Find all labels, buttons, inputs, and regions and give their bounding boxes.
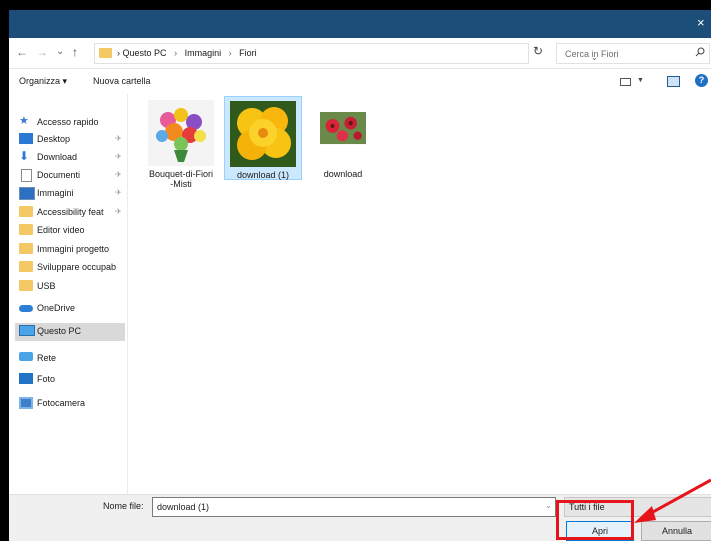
sidebar-item-desktop[interactable]: Desktop ✈: [15, 131, 125, 149]
sidebar-item-editor-video[interactable]: Editor video: [15, 222, 125, 240]
red-flowers-thumbnail: [320, 112, 366, 145]
filename-label: Nome file:: [103, 501, 144, 511]
pictures-icon: [19, 187, 35, 200]
sidebar-item-accessibility[interactable]: Accessibility feat ✈: [15, 204, 125, 222]
folder-icon: [19, 224, 33, 235]
download-icon: ⬇: [19, 149, 30, 163]
computer-icon: [19, 325, 35, 336]
sidebar-item-label: Accessibility feat: [37, 207, 104, 217]
camera-icon: [19, 397, 33, 409]
address-bar[interactable]: › Questo PC › Immagini › Fiori ⌄: [94, 43, 598, 64]
organize-button[interactable]: Organizza ▾: [19, 76, 67, 87]
command-bar: Organizza ▾ Nuova cartella ▼ ?: [9, 70, 711, 92]
red-arrow-annotation: [634, 478, 711, 523]
address-row: ← → ⌄ ↑ › Questo PC › Immagini › Fiori ⌄…: [9, 38, 711, 69]
sidebar-item-download[interactable]: ⬇ Download ✈: [15, 149, 125, 167]
network-icon: [19, 352, 33, 361]
sidebar-item-usb[interactable]: USB: [15, 278, 125, 296]
file-item-download[interactable]: download: [305, 96, 381, 179]
new-folder-button[interactable]: Nuova cartella: [93, 76, 151, 86]
sidebar-item-questo-pc[interactable]: Questo PC: [15, 323, 125, 341]
breadcrumb: › Questo PC › Immagini › Fiori: [117, 48, 257, 58]
breadcrumb-fiori[interactable]: Fiori: [239, 48, 257, 58]
history-dropdown-icon[interactable]: ⌄: [56, 46, 64, 58]
file-list: Bouquet-di-Fiori -Misti download (1) dow…: [129, 94, 709, 494]
sidebar-item-foto[interactable]: Foto: [15, 371, 125, 389]
filename-input[interactable]: download (1) ⌄: [152, 497, 556, 517]
folder-icon: [19, 243, 33, 254]
title-bar: ×: [9, 10, 711, 38]
open-file-dialog: × ← → ⌄ ↑ › Questo PC › Immagini › Fiori…: [9, 10, 711, 541]
sidebar-item-label: Questo PC: [37, 326, 82, 336]
forward-arrow-icon[interactable]: →: [36, 46, 48, 58]
sidebar-item-documenti[interactable]: Documenti ✈: [15, 167, 125, 185]
cloud-icon: [19, 305, 33, 312]
pin-icon: ✈: [115, 188, 122, 197]
photos-icon: [19, 373, 33, 384]
sidebar-item-label: Editor video: [37, 225, 85, 235]
breadcrumb-separator: ›: [228, 48, 232, 58]
pin-icon: ✈: [115, 152, 122, 161]
folder-icon: [19, 261, 33, 272]
sidebar-item-immagini-progetto[interactable]: Immagini progetto: [15, 241, 125, 259]
filename-value: download (1): [157, 502, 210, 512]
breadcrumb-separator: ›: [174, 48, 178, 58]
refresh-icon[interactable]: ↻: [533, 44, 543, 58]
folder-icon: [99, 48, 112, 58]
sidebar-item-label: Desktop: [37, 134, 71, 144]
search-input[interactable]: Cerca in Fiori: [556, 43, 710, 64]
sidebar-item-rete[interactable]: Rete: [15, 350, 125, 368]
pin-icon: ✈: [115, 207, 122, 216]
sidebar-item-label: USB: [37, 281, 56, 291]
yellow-flower-thumbnail: [230, 101, 296, 167]
sidebar-item-label: Download: [37, 152, 78, 162]
sidebar-item-label: Immagini: [37, 188, 74, 198]
highlight-box: [556, 500, 634, 540]
document-icon: [21, 169, 32, 182]
sidebar-item-label: Rete: [37, 353, 57, 363]
file-name: download (1): [236, 170, 290, 180]
sidebar-item-label: OneDrive: [37, 303, 76, 313]
search-icon[interactable]: [695, 47, 705, 60]
back-arrow-icon[interactable]: ←: [16, 46, 28, 58]
close-icon[interactable]: ×: [697, 16, 711, 29]
view-dropdown-icon[interactable]: ▼: [637, 77, 644, 84]
sidebar-item-label: Accesso rapido: [37, 117, 99, 127]
breadcrumb-immagini[interactable]: Immagini: [185, 48, 222, 58]
sidebar-item-immagini[interactable]: Immagini ✈: [15, 185, 125, 203]
sidebar-item-label: Fotocamera: [37, 398, 86, 408]
sidebar-item-sviluppare[interactable]: Sviluppare occupab: [15, 259, 125, 277]
view-options-icon[interactable]: [620, 78, 631, 86]
sidebar-item-onedrive[interactable]: OneDrive: [15, 300, 125, 318]
file-name: Bouquet-di-Fiori -Misti: [148, 169, 214, 189]
file-name: download: [323, 169, 363, 179]
bouquet-thumbnail: [148, 100, 214, 166]
sidebar-item-label: Sviluppare occupab: [37, 262, 117, 272]
chevron-down-icon[interactable]: ⌄: [545, 501, 552, 510]
breadcrumb-questo-pc[interactable]: Questo PC: [123, 48, 167, 58]
sidebar-item-label: Immagini progetto: [37, 244, 110, 254]
preview-pane-icon[interactable]: [667, 76, 680, 87]
sidebar-item-label: Documenti: [37, 170, 81, 180]
up-arrow-icon[interactable]: ↑: [72, 46, 78, 58]
desktop-icon: [19, 133, 33, 144]
navigation-pane: ★ Accesso rapido Desktop ✈ ⬇ Download ✈ …: [9, 94, 128, 494]
pin-icon: ✈: [115, 170, 122, 179]
folder-icon: [19, 280, 33, 291]
search-placeholder: Cerca in Fiori: [565, 49, 619, 59]
sidebar-item-label: Foto: [37, 374, 56, 384]
star-icon: ★: [19, 115, 29, 127]
file-item-bouquet[interactable]: Bouquet-di-Fiori -Misti: [143, 96, 219, 189]
breadcrumb-separator: ›: [117, 48, 120, 58]
sidebar-item-accesso-rapido[interactable]: ★ Accesso rapido: [15, 114, 125, 132]
folder-icon: [19, 206, 33, 217]
sidebar-item-fotocamera[interactable]: Fotocamera: [15, 395, 125, 413]
pin-icon: ✈: [115, 134, 122, 143]
help-icon[interactable]: ?: [695, 74, 708, 87]
file-item-download-1[interactable]: download (1): [224, 96, 302, 180]
